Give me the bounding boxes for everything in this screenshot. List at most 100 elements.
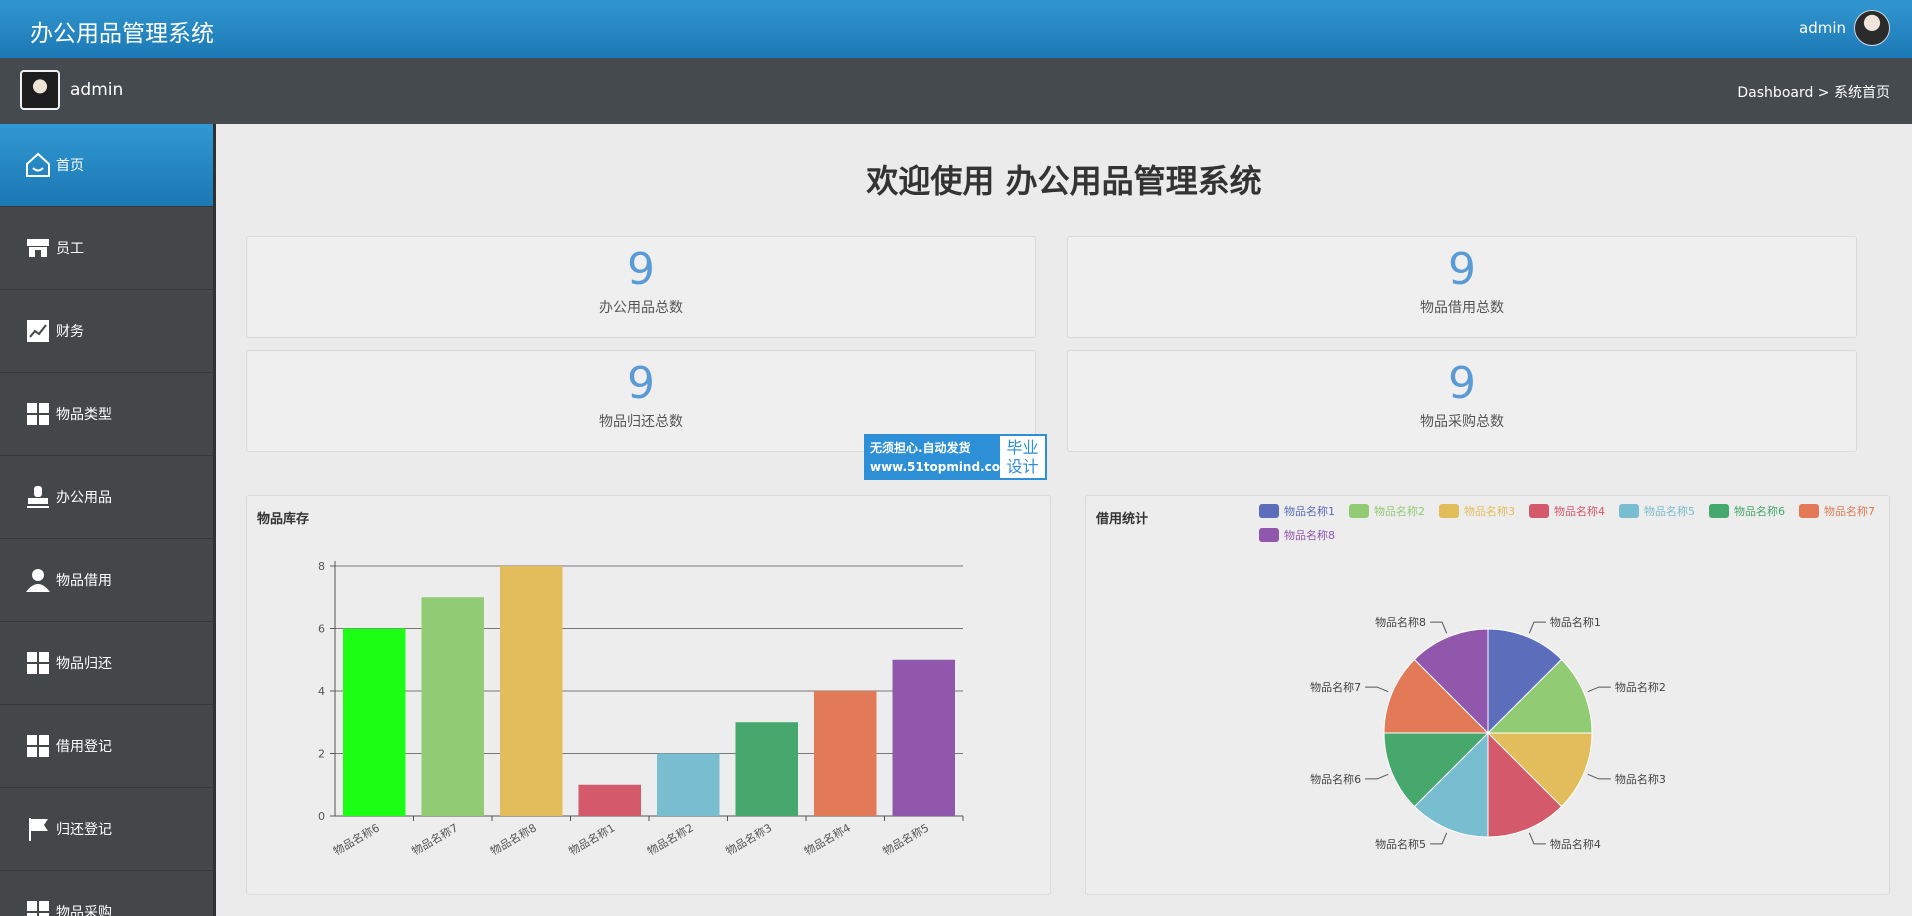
- legend-label[interactable]: 物品名称1: [1284, 504, 1335, 518]
- y-tick-label: 6: [318, 623, 325, 636]
- x-tick-label: 物品名称6: [331, 820, 382, 858]
- y-tick-label: 0: [318, 810, 325, 823]
- legend-label[interactable]: 物品名称6: [1734, 504, 1785, 518]
- legend-label[interactable]: 物品名称7: [1824, 504, 1875, 518]
- legend-label[interactable]: 物品名称8: [1284, 528, 1335, 542]
- legend-swatch[interactable]: [1799, 504, 1819, 518]
- y-tick-label: 4: [318, 685, 325, 698]
- sidebar-item-home[interactable]: 首页: [0, 124, 215, 207]
- pie-label-line: [1587, 686, 1611, 693]
- user-bar: admin Dashboard > 系统首页: [0, 58, 1912, 124]
- user-label: admin: [70, 80, 124, 100]
- watermark-right2: 设计: [1006, 457, 1039, 476]
- bar[interactable]: [421, 597, 485, 816]
- bar[interactable]: [343, 628, 406, 817]
- pie-label-line: [1587, 773, 1611, 780]
- sidebar-item-label: 物品归还: [56, 656, 112, 672]
- pie-label: 物品名称8: [1375, 615, 1426, 629]
- legend-label[interactable]: 物品名称5: [1644, 504, 1695, 518]
- avatar[interactable]: [1854, 10, 1890, 46]
- grid-icon: [24, 732, 52, 760]
- x-tick-label: 物品名称4: [802, 820, 853, 858]
- pie-label: 物品名称2: [1615, 680, 1666, 694]
- x-tick-label: 物品名称3: [723, 820, 774, 858]
- inventory-chart-panel: 物品库存 0 2 4 6 8 物品名称6 物品名称7 物品名称8 物品名称1 物品名称2 物品名称3…: [246, 495, 1051, 895]
- x-tick-label: 物品名称8: [488, 820, 539, 858]
- legend-swatch[interactable]: [1529, 504, 1549, 518]
- grid-icon: [24, 400, 52, 428]
- sidebar-item-label: 办公用品: [56, 490, 112, 506]
- sidebar-item-office-supplies[interactable]: 办公用品: [0, 456, 215, 539]
- watermark-badge: 无须担心.自动发货 www.51topmind.com 毕业 设计: [864, 434, 1047, 480]
- legend-label[interactable]: 物品名称4: [1554, 504, 1605, 518]
- watermark-left: 无须担心.自动发货 www.51topmind.com: [866, 436, 1013, 478]
- watermark-line1: 无须担心.自动发货: [870, 441, 971, 455]
- pie-label-line: [1528, 621, 1546, 634]
- legend-swatch[interactable]: [1619, 504, 1639, 518]
- pie-label: 物品名称7: [1310, 680, 1361, 694]
- sidebar: 首页 员工 财务 物品类型 办公用品 物品借用 物品归还 借用登记 归还登记 物…: [0, 124, 215, 916]
- bar[interactable]: [814, 691, 877, 816]
- bar[interactable]: [500, 566, 563, 816]
- sidebar-item-purchase[interactable]: 物品采购: [0, 871, 215, 916]
- sidebar-item-item-borrow[interactable]: 物品借用: [0, 539, 215, 622]
- sidebar-item-item-type[interactable]: 物品类型: [0, 373, 215, 456]
- borrow-pie-chart: 物品名称1 物品名称2 物品名称3 物品名称4 物品名称5 物品名称6 物品名称7 物品名称8…: [1259, 504, 1875, 851]
- sidebar-item-label: 归还登记: [56, 822, 112, 838]
- legend-swatch[interactable]: [1259, 528, 1279, 542]
- pie-label-line: [1528, 832, 1546, 845]
- store-icon: [24, 234, 52, 262]
- legend-label[interactable]: 物品名称3: [1464, 504, 1515, 518]
- borrow-chart-panel: 借用统计 物品名称1 物品名称2 物品名称3 物品名称4 物品名称5 物品名称6 物品名称7…: [1085, 495, 1890, 895]
- pie-label-line: [1430, 621, 1448, 634]
- pie-label-line: [1365, 686, 1389, 693]
- pie-label: 物品名称4: [1550, 837, 1601, 851]
- stat-card-supplies: 9 办公用品总数: [246, 236, 1036, 338]
- x-tick-label: 物品名称1: [566, 820, 617, 858]
- watermark-right: 毕业 设计: [1000, 436, 1045, 478]
- sidebar-item-label: 财务: [56, 324, 84, 340]
- top-header: 办公用品管理系统 admin: [0, 0, 1912, 58]
- legend-swatch[interactable]: [1259, 504, 1279, 518]
- stat-label: 办公用品总数: [599, 300, 683, 316]
- header-user-name[interactable]: admin: [1799, 19, 1846, 37]
- breadcrumb: Dashboard > 系统首页: [1737, 85, 1890, 101]
- sidebar-item-label: 首页: [56, 158, 84, 174]
- legend-swatch[interactable]: [1709, 504, 1729, 518]
- stat-value: 9: [627, 358, 655, 409]
- sidebar-item-finance[interactable]: 财务: [0, 290, 215, 373]
- bar[interactable]: [657, 753, 720, 817]
- bar[interactable]: [578, 784, 642, 816]
- grid-icon: [24, 649, 52, 677]
- stat-label: 物品借用总数: [1420, 300, 1504, 316]
- sidebar-item-label: 物品类型: [56, 407, 112, 423]
- stat-value: 9: [627, 244, 655, 295]
- legend-swatch[interactable]: [1349, 504, 1369, 518]
- legend-label[interactable]: 物品名称2: [1374, 504, 1425, 518]
- pie-label: 物品名称6: [1310, 772, 1361, 786]
- legend-swatch[interactable]: [1439, 504, 1459, 518]
- stat-card-purchase: 9 物品采购总数: [1067, 350, 1857, 452]
- home-icon: [24, 151, 52, 179]
- pie-label: 物品名称3: [1615, 772, 1666, 786]
- x-tick-label: 物品名称5: [880, 820, 931, 858]
- watermark-line2: www.51topmind.com: [870, 460, 1013, 474]
- bar[interactable]: [892, 659, 956, 816]
- sidebar-item-label: 物品采购: [56, 905, 112, 916]
- sidebar-item-employee[interactable]: 员工: [0, 207, 215, 290]
- sidebar-item-return-register[interactable]: 归还登记: [0, 788, 215, 871]
- user-icon: [24, 566, 52, 594]
- sidebar-item-item-return[interactable]: 物品归还: [0, 622, 215, 705]
- bar[interactable]: [735, 722, 799, 816]
- y-tick-label: 2: [318, 748, 325, 761]
- sidebar-item-label: 员工: [56, 241, 84, 257]
- stat-label: 物品采购总数: [1420, 414, 1504, 430]
- stat-label: 物品归还总数: [599, 414, 683, 430]
- y-tick-label: 8: [318, 560, 325, 573]
- flag-icon: [24, 815, 52, 843]
- main-content: 欢迎使用 办公用品管理系统 9 办公用品总数 9 物品借用总数 9 物品归还总数…: [216, 124, 1912, 916]
- x-tick-label: 物品名称2: [645, 820, 696, 858]
- pie-label: 物品名称5: [1375, 837, 1426, 851]
- pie-label-line: [1430, 832, 1448, 845]
- sidebar-item-borrow-register[interactable]: 借用登记: [0, 705, 215, 788]
